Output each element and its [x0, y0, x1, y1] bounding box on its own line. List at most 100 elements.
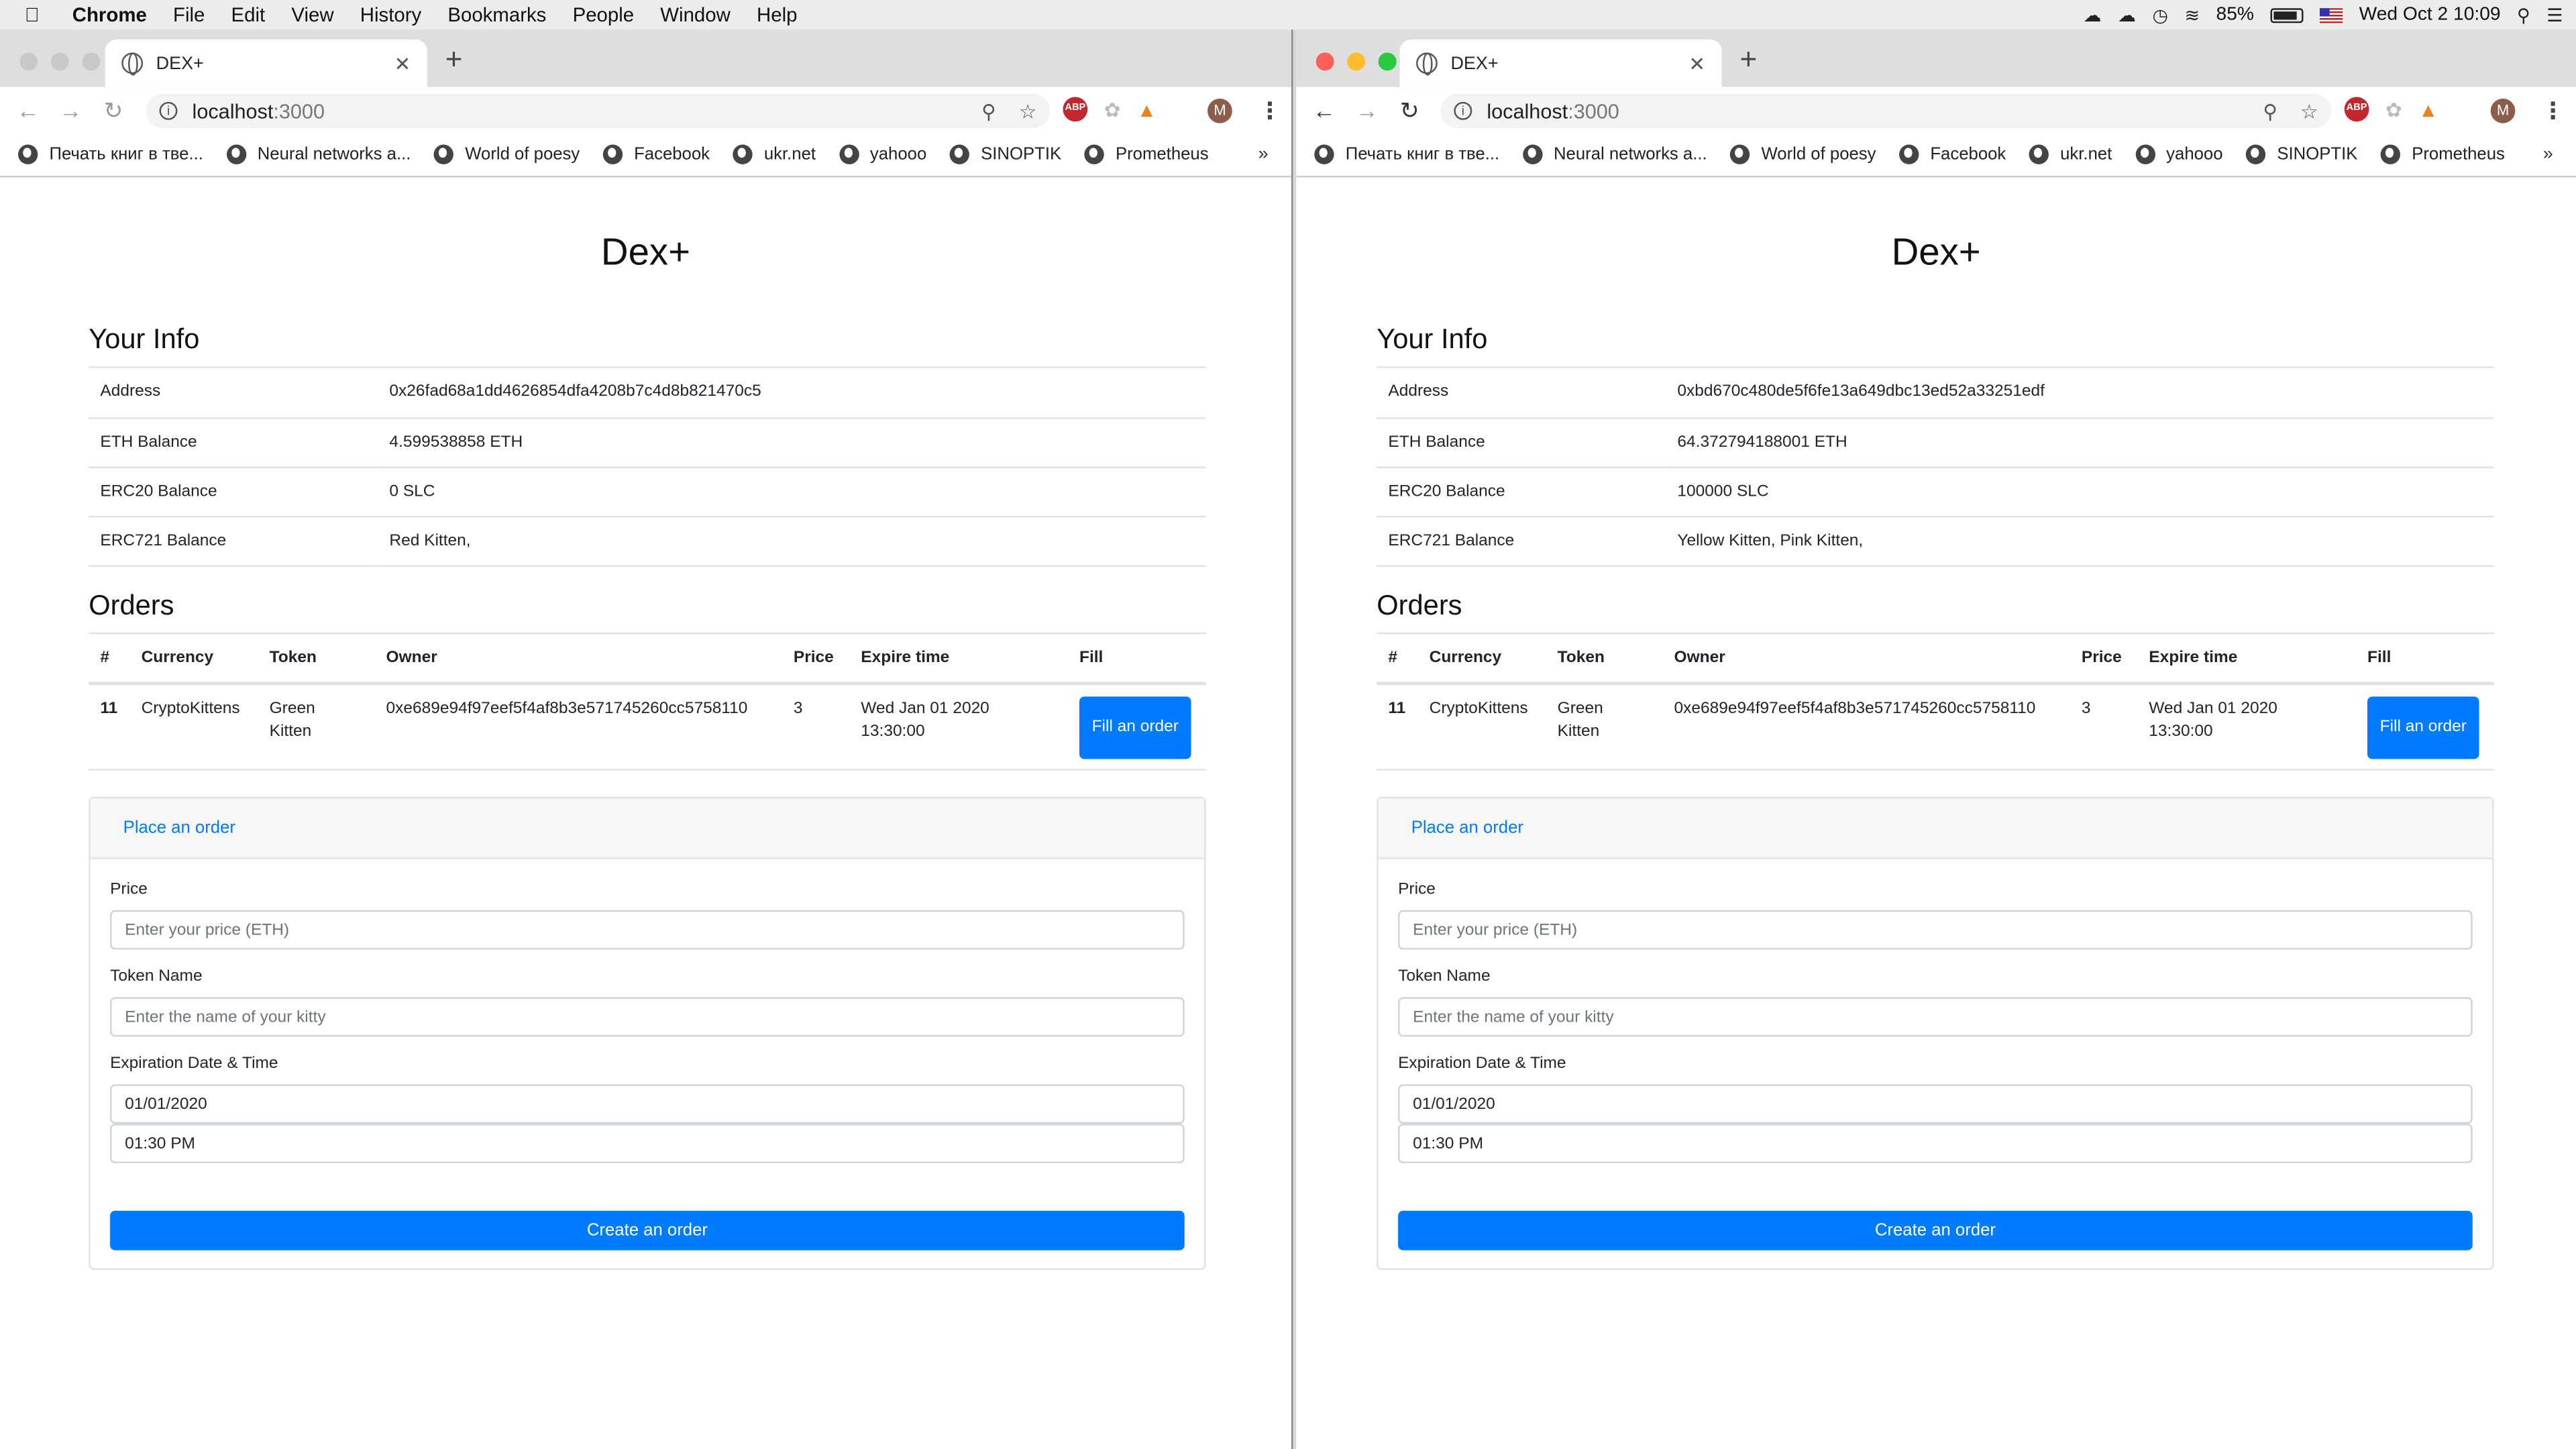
zoom-window-button[interactable] [82, 52, 101, 71]
spotlight-search-icon[interactable]: ⚲ [2517, 4, 2530, 25]
place-order-card: Place an order Price Enter your price (E… [1377, 796, 2494, 1271]
menu-people[interactable]: People [573, 3, 635, 26]
bookmark-star-icon[interactable]: ☆ [2300, 99, 2318, 122]
place-order-card: Place an order Price Enter your price (E… [89, 796, 1206, 1271]
chrome-menu-icon[interactable]: ⋮ [2542, 97, 2565, 125]
menu-history[interactable]: History [360, 3, 421, 26]
adblock-plus-icon[interactable]: ABP [1063, 97, 1088, 122]
bookmark-item[interactable]: yahooo [839, 144, 926, 164]
place-order-link[interactable]: Place an order [1411, 818, 1523, 838]
minimize-window-button[interactable] [50, 52, 69, 71]
profile-avatar[interactable]: M [1208, 98, 1232, 123]
back-arrow-icon[interactable]: ← [7, 97, 50, 123]
your-info-heading: Your Info [89, 323, 1206, 368]
fill-order-button[interactable]: Fill an order [1079, 696, 1191, 759]
paw-extension-icon[interactable]: ✿ [2385, 98, 2402, 121]
expiration-time-input[interactable]: 01:30 PM [1398, 1124, 2473, 1163]
address-bar[interactable]: i localhost:3000 ⚲ ☆ [1440, 93, 2332, 129]
expiration-date-input[interactable]: 01/01/2020 [1398, 1084, 2473, 1124]
menu-help[interactable]: Help [757, 3, 797, 26]
minimize-window-button[interactable] [1347, 52, 1366, 71]
zoom-icon[interactable]: ⚲ [981, 99, 996, 122]
cloud-sync-icon[interactable]: ☁ [2084, 4, 2102, 25]
back-arrow-icon[interactable]: ← [1303, 97, 1346, 123]
bookmark-star-icon[interactable]: ☆ [1019, 99, 1036, 122]
forward-arrow-icon[interactable]: → [49, 97, 92, 123]
token-name-input[interactable]: Enter the name of your kitty [110, 997, 1185, 1037]
create-order-button[interactable]: Create an order [110, 1210, 1185, 1250]
bookmark-item[interactable]: ukr.net [2029, 144, 2112, 164]
bookmark-item[interactable]: World of poesy [1729, 144, 1876, 164]
adblock-plus-icon[interactable]: ABP [2344, 97, 2369, 122]
bookmark-item[interactable]: Печать книг в тве... [17, 144, 203, 164]
paw-extension-icon[interactable]: ✿ [1104, 98, 1121, 121]
reload-icon[interactable]: ↻ [92, 96, 135, 124]
site-info-icon[interactable]: i [1454, 101, 1472, 120]
bookmark-item[interactable]: World of poesy [433, 144, 580, 164]
cloud-icon[interactable]: ☁ [2118, 4, 2136, 25]
bookmark-item[interactable]: ukr.net [733, 144, 816, 164]
price-input[interactable]: Enter your price (ETH) [1398, 910, 2473, 950]
apple-menu-icon[interactable]:  [25, 3, 51, 26]
col-header-owner: Owner [374, 633, 782, 685]
globe-icon [1729, 144, 1750, 164]
metamask-fox-icon[interactable]: ▲ [2418, 98, 2438, 121]
bookmark-label: World of poesy [1761, 144, 1876, 164]
bookmark-item[interactable]: yahooo [2135, 144, 2223, 164]
new-tab-button[interactable]: + [1739, 43, 1757, 77]
info-value: 0xbd670c480de5f6fe13a649dbc13ed52a33251e… [1666, 368, 2494, 419]
close-window-button[interactable] [1316, 52, 1334, 71]
create-order-button[interactable]: Create an order [1398, 1210, 2473, 1250]
bookmark-item[interactable]: Neural networks a... [226, 144, 411, 164]
zoom-icon[interactable]: ⚲ [2263, 99, 2277, 122]
menu-window[interactable]: Window [660, 3, 731, 26]
tab-title: DEX+ [1450, 53, 1499, 73]
metamask-fox-icon[interactable]: ▲ [1137, 98, 1157, 121]
col-header-token: Token [258, 633, 375, 685]
site-info-icon[interactable]: i [159, 101, 178, 120]
tab-close-icon[interactable]: ✕ [1688, 52, 1705, 74]
fill-order-button[interactable]: Fill an order [2367, 696, 2479, 759]
bookmark-item[interactable]: Печать книг в тве... [1314, 144, 1499, 164]
place-order-link[interactable]: Place an order [123, 818, 235, 838]
bookmark-item[interactable]: Facebook [1898, 144, 2006, 164]
forward-arrow-icon[interactable]: → [1346, 97, 1389, 123]
chrome-menu-icon[interactable]: ⋮ [1258, 97, 1281, 125]
bookmark-item[interactable]: Prometheus [2380, 144, 2505, 164]
globe-icon [602, 144, 623, 164]
expiration-time-input[interactable]: 01:30 PM [110, 1124, 1185, 1163]
expiration-date-input[interactable]: 01/01/2020 [110, 1084, 1185, 1124]
bookmark-item[interactable]: Facebook [602, 144, 710, 164]
input-source-flag-icon[interactable] [2319, 7, 2343, 23]
profile-avatar[interactable]: M [2490, 98, 2516, 123]
menu-app-name[interactable]: Chrome [72, 3, 147, 26]
bookmarks-overflow-icon[interactable]: » [1258, 145, 1269, 164]
browser-tab[interactable]: DEX+ ✕ [1399, 39, 1722, 87]
wifi-icon[interactable]: ≋ [2184, 4, 2200, 25]
token-name-input[interactable]: Enter the name of your kitty [1398, 997, 2473, 1037]
new-tab-button[interactable]: + [445, 43, 463, 77]
close-window-button[interactable] [19, 52, 38, 71]
reload-icon[interactable]: ↻ [1388, 96, 1431, 124]
zoom-window-button[interactable] [1378, 52, 1397, 71]
menu-file[interactable]: File [173, 3, 205, 26]
tab-close-icon[interactable]: ✕ [394, 52, 411, 74]
menubar-clock[interactable]: Wed Oct 2 10:09 [2359, 5, 2501, 24]
menu-edit[interactable]: Edit [231, 3, 266, 26]
address-bar[interactable]: i localhost:3000 ⚲ ☆ [146, 93, 1050, 129]
battery-icon[interactable] [2270, 7, 2304, 23]
bookmark-item[interactable]: SINOPTIK [949, 144, 1061, 164]
page-title: Dex+ [600, 229, 691, 273]
time-machine-icon[interactable]: ◷ [2152, 4, 2168, 25]
bookmark-item[interactable]: Prometheus [1084, 144, 1209, 164]
bookmarks-overflow-icon[interactable]: » [2543, 145, 2553, 164]
menu-bookmarks[interactable]: Bookmarks [447, 3, 546, 26]
url-port: :3000 [1568, 99, 1619, 123]
menu-view[interactable]: View [291, 3, 333, 26]
browser-tab[interactable]: DEX+ ✕ [105, 39, 427, 87]
price-input[interactable]: Enter your price (ETH) [110, 910, 1185, 950]
url-host: localhost [192, 99, 274, 123]
notification-center-icon[interactable]: ☰ [2546, 4, 2563, 25]
bookmark-item[interactable]: Neural networks a... [1522, 144, 1707, 164]
bookmark-item[interactable]: SINOPTIK [2245, 144, 2357, 164]
